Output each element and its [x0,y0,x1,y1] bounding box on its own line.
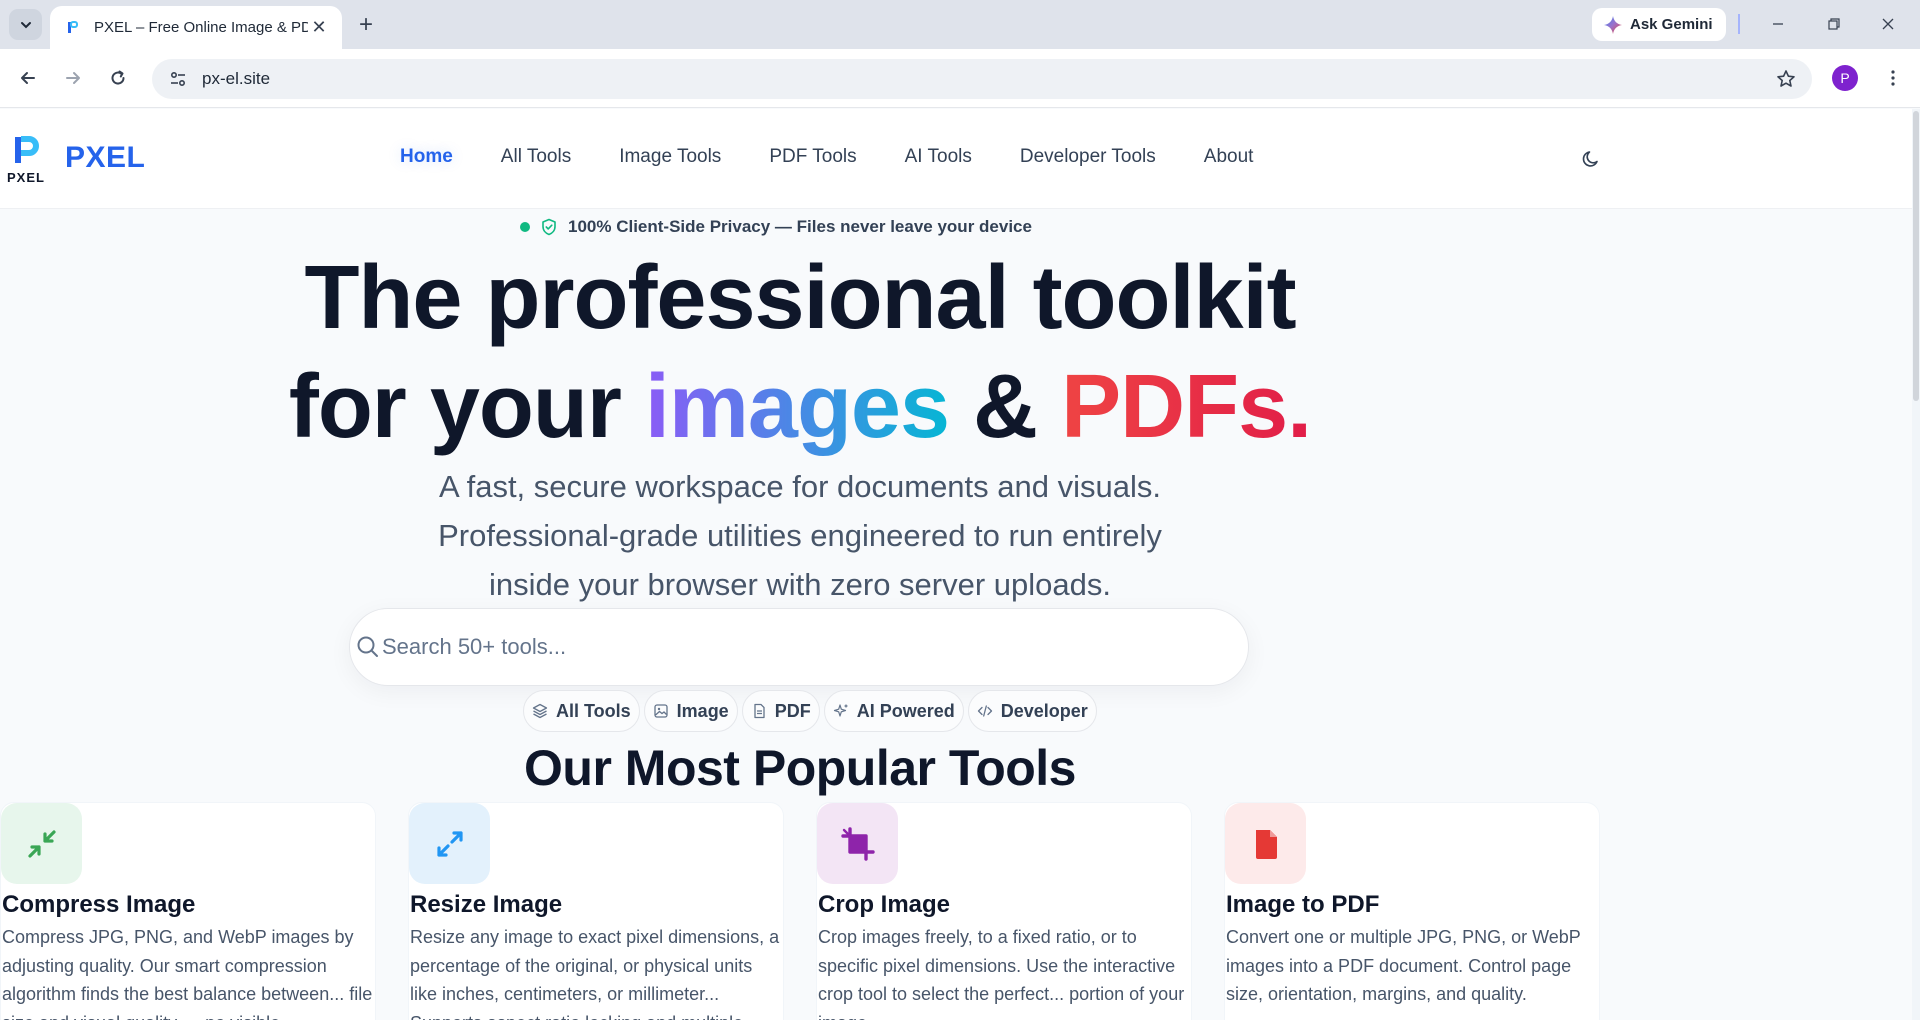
address-bar[interactable]: px-el.site [152,59,1812,99]
browser-tab-strip: PXEL – Free Online Image & PD ✕ + Ask Ge… [0,0,1920,49]
privacy-badge: 100% Client-Side Privacy — Files never l… [520,212,1032,242]
chip-label: PDF [774,700,811,721]
headline-ampersand: & [949,357,1062,457]
card-description: Compress JPG, PNG, and WebP images by ad… [2,927,373,1020]
chip-label: All Tools [556,700,631,721]
chip-developer[interactable]: Developer [967,690,1097,732]
back-arrow-icon[interactable] [12,62,44,94]
nav-about[interactable]: About [1204,146,1254,168]
ask-gemini-label: Ask Gemini [1630,16,1713,33]
code-icon [977,705,992,717]
pxel-favicon-icon [64,19,82,37]
reload-icon[interactable] [102,62,134,94]
tool-search-bar[interactable] [349,608,1249,686]
address-toolbar: px-el.site P [0,49,1920,108]
url-text[interactable]: px-el.site [202,69,1766,89]
pxel-logo[interactable]: PXEL [0,135,52,187]
headline-prefix: for your [288,357,645,457]
toolbar-divider [1738,14,1740,34]
subtitle-line: inside your browser with zero server upl… [489,567,1111,602]
status-dot [520,222,530,232]
hero-subtitle: A fast, secure workspace for documents a… [400,462,1200,609]
category-chips: All Tools Image PDF AI Powered Developer [523,690,1097,732]
card-description: Crop images freely, to a fixed ratio, or… [818,927,1185,1020]
headline-images-word: images [644,357,950,457]
profile-avatar[interactable]: P [1832,65,1858,91]
file-text-icon [754,703,765,719]
ask-gemini-button[interactable]: Ask Gemini [1592,8,1726,41]
tab-search-button[interactable] [9,9,42,40]
search-input[interactable] [382,634,1202,660]
chip-label: Developer [1000,700,1088,721]
close-tab-icon[interactable]: ✕ [308,17,330,39]
headline-line-2: for your images & PDFs. [0,362,1600,452]
restore-window-icon[interactable] [1812,8,1856,40]
tool-card-compress[interactable]: Compress Image Compress JPG, PNG, and We… [0,802,376,1020]
nav-all-tools[interactable]: All Tools [501,146,571,168]
page-scrollbar[interactable] [1912,109,1920,1020]
subtitle-line: Professional-grade utilities engineered … [438,518,1162,553]
site-header: PXEL PXEL Home All Tools Image Tools PDF… [0,109,1912,209]
nav-pdf-tools[interactable]: PDF Tools [769,146,856,168]
headline-line-1: The professional toolkit [304,248,1296,348]
chip-pdf[interactable]: PDF [741,690,820,732]
logo-wordmark: PXEL [7,170,45,185]
card-title: Image to PDF [1226,891,1380,918]
chip-all-tools[interactable]: All Tools [523,690,640,732]
subtitle-line: A fast, secure workspace for documents a… [439,469,1161,504]
forward-arrow-icon[interactable] [57,62,89,94]
nav-image-tools[interactable]: Image Tools [619,146,721,168]
chip-image[interactable]: Image [643,690,738,732]
brand-name[interactable]: PXEL [65,141,145,175]
bookmark-star-icon[interactable] [1766,69,1806,89]
pdf-file-icon [1225,803,1306,884]
card-title: Compress Image [2,891,196,918]
layers-icon [532,703,548,719]
card-description: Resize any image to exact pixel dimensio… [410,927,780,1020]
crop-icon [817,803,898,884]
card-title: Resize Image [410,891,563,918]
card-description: Convert one or multiple JPG, PNG, or Web… [1226,927,1581,1004]
main-nav: Home All Tools Image Tools PDF Tools AI … [400,146,1301,168]
popular-tools-heading: Our Most Popular Tools [524,740,1076,796]
gemini-sparkle-icon [1604,15,1622,34]
browser-tab[interactable]: PXEL – Free Online Image & PD ✕ [50,6,342,49]
compress-icon [1,803,82,884]
new-tab-plus-icon[interactable]: + [352,11,380,39]
image-icon [654,704,668,718]
search-icon [357,636,378,657]
resize-icon [409,803,490,884]
headline-pdfs-word: PDFs. [1061,357,1312,457]
tool-card-resize[interactable]: Resize Image Resize any image to exact p… [408,802,784,1020]
nav-home[interactable]: Home [400,146,453,168]
site-info-tune-icon[interactable] [158,59,198,99]
minimize-window-icon[interactable] [1756,8,1800,40]
dark-mode-moon-icon[interactable] [1578,146,1604,172]
tab-title: PXEL – Free Online Image & PD [94,19,308,36]
more-menu-icon[interactable] [1878,63,1908,93]
privacy-text: 100% Client-Side Privacy — Files never l… [568,217,1032,236]
nav-ai-tools[interactable]: AI Tools [905,146,972,168]
chip-ai-powered[interactable]: AI Powered [823,690,964,732]
chip-label: Image [676,700,729,721]
chevron-down-icon [20,21,31,28]
chip-label: AI Powered [856,700,955,721]
sparkles-icon [833,704,848,717]
tool-card-image-to-pdf[interactable]: Image to PDF Convert one or multiple JPG… [1224,802,1600,1020]
scrollbar-thumb[interactable] [1913,111,1919,401]
shield-check-icon [542,218,556,236]
card-title: Crop Image [818,891,951,918]
tool-card-crop[interactable]: Crop Image Crop images freely, to a fixe… [816,802,1192,1020]
close-window-icon[interactable] [1866,8,1910,40]
nav-developer-tools[interactable]: Developer Tools [1020,146,1156,168]
web-page: PXEL PXEL Home All Tools Image Tools PDF… [0,109,1920,1020]
